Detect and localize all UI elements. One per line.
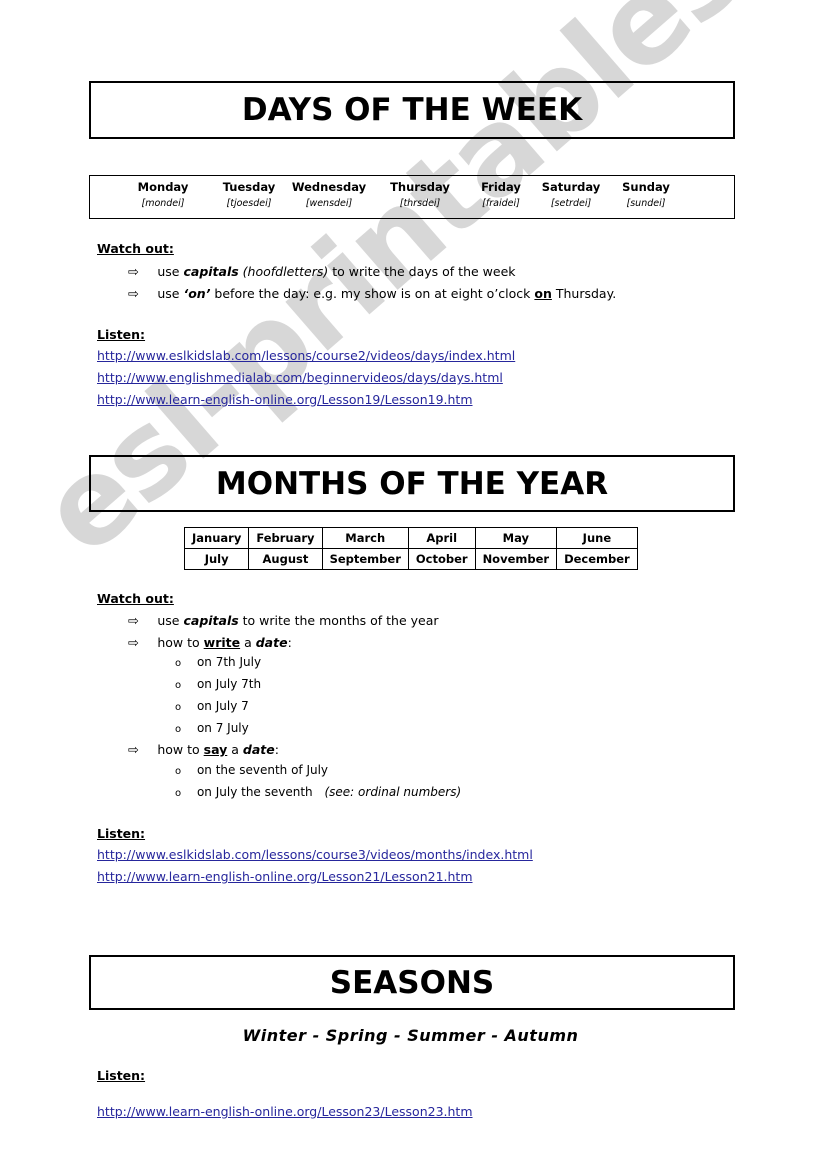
say-example-text: on the seventh of July — [196, 763, 329, 777]
months-rule2-mid: a — [240, 635, 256, 650]
months-watch-out-label: Watch out: — [97, 591, 174, 606]
arrow-bullet-icon: ⇨ — [128, 265, 139, 280]
write-example-item: o on 7th July — [175, 655, 261, 669]
days-listen-link[interactable]: http://www.learn-english-online.org/Less… — [97, 392, 473, 407]
months-rule3-underline: say — [203, 742, 228, 757]
months-banner-title: MONTHS OF THE YEAR — [215, 465, 609, 502]
say-example-text: on July the seventh — [196, 785, 313, 799]
circle-bullet-icon: o — [175, 680, 182, 691]
days-listen-link[interactable]: http://www.eslkidslab.com/lessons/course… — [97, 348, 515, 363]
days-banner: DAYS OF THE WEEK — [89, 81, 735, 139]
months-rule2-pre: how to — [157, 635, 204, 650]
months-listen-link[interactable]: http://www.eslkidslab.com/lessons/course… — [97, 847, 533, 862]
arrow-bullet-icon: ⇨ — [128, 743, 139, 758]
write-example-item: o on 7 July — [175, 721, 249, 735]
days-rule1-bold: capitals — [183, 264, 239, 279]
days-rule2-underline: on — [534, 286, 552, 301]
table-row: July August September October November D… — [183, 548, 638, 570]
days-listen-link[interactable]: http://www.englishmedialab.com/beginnerv… — [97, 370, 503, 385]
days-rule2-bold: ‘on’ — [183, 286, 211, 301]
months-rule-item: ⇨ how to say a date: — [128, 741, 279, 759]
month-cell: April — [407, 527, 476, 549]
months-rule-item: ⇨ use capitals to write the months of th… — [128, 612, 439, 630]
circle-bullet-icon: o — [175, 766, 182, 777]
days-table: Monday [mondei] Tuesday [tjoesdei] Wedne… — [89, 175, 735, 219]
arrow-bullet-icon: ⇨ — [128, 636, 139, 651]
write-example-text: on July 7 — [196, 699, 249, 713]
seasons-listen-link[interactable]: http://www.learn-english-online.org/Less… — [97, 1104, 473, 1119]
circle-bullet-icon: o — [175, 724, 182, 735]
months-rule2-underline: write — [203, 635, 241, 650]
month-cell: November — [474, 548, 558, 570]
arrow-bullet-icon: ⇨ — [128, 287, 139, 302]
day-name: Sunday — [622, 180, 670, 194]
day-name: Wednesday — [291, 180, 367, 194]
days-rule2-mid: before the day: e.g. my show is on at ei… — [210, 286, 535, 301]
say-example-item: o on the seventh of July — [175, 763, 328, 777]
seasons-banner-title: SEASONS — [329, 964, 495, 1001]
days-watch-out-label: Watch out: — [97, 241, 174, 256]
write-example-item: o on July 7 — [175, 699, 249, 713]
days-rule2-pre: use — [157, 286, 184, 301]
month-cell: February — [248, 527, 323, 549]
day-name: Monday — [137, 180, 189, 194]
months-rule3-pre: how to — [157, 742, 204, 757]
month-cell: July — [183, 548, 250, 570]
days-listen-label: Listen: — [97, 327, 146, 342]
month-cell: December — [556, 548, 638, 570]
day-pronunciation: [wensdei] — [305, 198, 353, 209]
days-table-cell: Sunday [sundei] — [598, 179, 694, 211]
month-cell: October — [407, 548, 476, 570]
months-rule3-mid: a — [227, 742, 243, 757]
month-cell: September — [321, 548, 409, 570]
days-rule2-post: Thursday. — [551, 286, 617, 301]
worksheet-page: DAYS OF THE WEEK Monday [mondei] Tuesday… — [0, 0, 821, 1169]
day-pronunciation: [sundei] — [626, 198, 666, 209]
months-rule-item: ⇨ how to write a date: — [128, 634, 292, 652]
months-rule1-bold: capitals — [183, 613, 239, 628]
circle-bullet-icon: o — [175, 702, 182, 713]
month-cell: March — [321, 527, 409, 549]
days-table-cell: Wednesday [wensdei] — [281, 179, 377, 211]
months-listen-label: Listen: — [97, 826, 146, 841]
months-listen-link[interactable]: http://www.learn-english-online.org/Less… — [97, 869, 473, 884]
months-rule3-bold: date — [242, 742, 275, 757]
months-rule3-post: : — [274, 742, 279, 757]
circle-bullet-icon: o — [175, 788, 182, 799]
days-table-cell: Monday [mondei] — [115, 179, 211, 211]
days-rule1-post: to write the days of the week — [328, 264, 516, 279]
days-rule1-italic: (hoofdletters) — [238, 264, 329, 279]
month-cell: January — [183, 527, 250, 549]
months-rule2-post: : — [287, 635, 292, 650]
write-example-text: on 7 July — [196, 721, 249, 735]
days-rule-item: ⇨ use capitals (hoofdletters) to write t… — [128, 263, 516, 281]
month-cell: August — [248, 548, 323, 570]
write-example-item: o on July 7th — [175, 677, 261, 691]
days-banner-title: DAYS OF THE WEEK — [241, 92, 583, 128]
months-table: January February March April May June Ju… — [183, 527, 638, 570]
months-banner: MONTHS OF THE YEAR — [89, 455, 735, 512]
write-example-text: on July 7th — [196, 677, 262, 691]
months-rule1-pre: use — [157, 613, 184, 628]
days-rule-item: ⇨ use ‘on’ before the day: e.g. my show … — [128, 285, 616, 303]
months-rule2-bold: date — [255, 635, 288, 650]
seasons-listen-label: Listen: — [97, 1068, 146, 1083]
circle-bullet-icon: o — [175, 658, 182, 669]
table-row: January February March April May June — [183, 527, 638, 549]
arrow-bullet-icon: ⇨ — [128, 614, 139, 629]
say-example-item: o on July the seventh (see: ordinal numb… — [175, 785, 461, 799]
month-cell: May — [474, 527, 558, 549]
say-example-note: (see: ordinal numbers) — [324, 785, 462, 799]
seasons-list: Winter - Spring - Summer - Autumn — [242, 1026, 579, 1045]
month-cell: June — [556, 527, 638, 549]
months-rule1-post: to write the months of the year — [238, 613, 439, 628]
write-example-text: on 7th July — [196, 655, 262, 669]
day-pronunciation: [mondei] — [141, 198, 185, 209]
days-rule1-pre: use — [157, 264, 184, 279]
seasons-banner: SEASONS — [89, 955, 735, 1010]
